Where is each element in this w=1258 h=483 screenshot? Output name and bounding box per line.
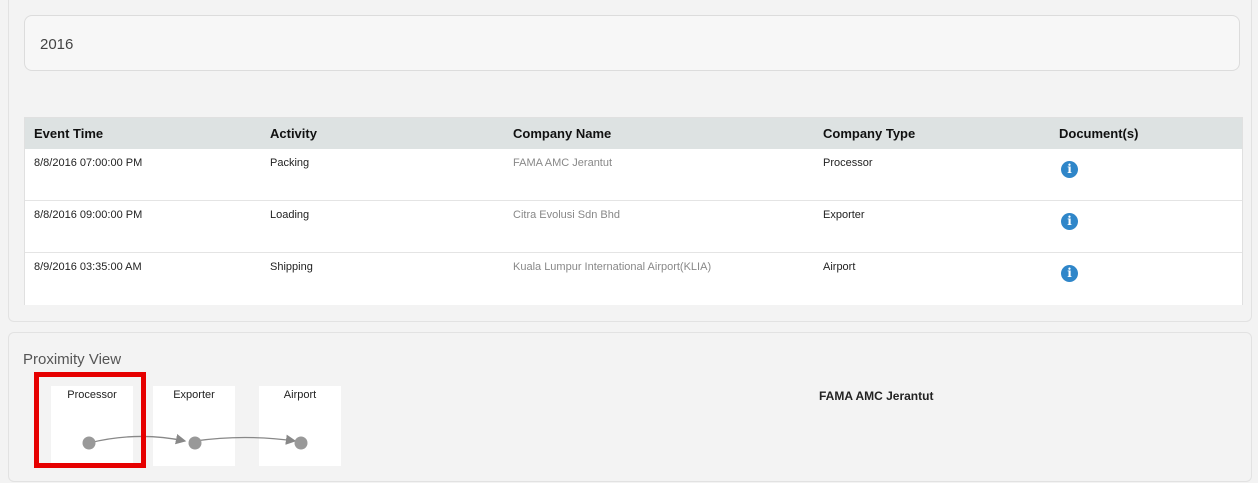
info-icon[interactable]: i	[1061, 161, 1078, 178]
table-row: 8/8/2016 09:00:00 PM Loading Citra Evolu…	[25, 201, 1242, 253]
selected-company-name: FAMA AMC Jerantut	[819, 389, 934, 403]
header-event-time: Event Time	[34, 126, 104, 141]
cell-company-type: Processor	[823, 157, 873, 169]
table-row: 8/8/2016 07:00:00 PM Packing FAMA AMC Je…	[25, 149, 1242, 201]
node-dot	[82, 436, 96, 450]
cell-company-name: Kuala Lumpur International Airport(KLIA)	[513, 261, 712, 273]
header-company-name: Company Name	[513, 126, 612, 141]
info-icon[interactable]: i	[1061, 213, 1078, 230]
cell-activity: Loading	[270, 209, 310, 221]
proximity-panel: Proximity View Processor Exporter Airpor…	[8, 332, 1252, 482]
cell-company-type: Exporter	[823, 209, 865, 221]
table-row: 8/9/2016 03:35:00 AM Shipping Kuala Lump…	[25, 253, 1242, 305]
trace-panel: 2016 Event Time Activity Company Name Co…	[8, 0, 1252, 322]
node-dot	[188, 436, 202, 450]
cell-activity: Shipping	[270, 261, 313, 273]
events-table: Event Time Activity Company Name Company…	[24, 117, 1243, 305]
cell-company-type: Airport	[823, 261, 856, 273]
flow-arrow	[88, 434, 187, 445]
header-company-type: Company Type	[823, 126, 916, 141]
year-label: 2016	[40, 36, 74, 53]
year-box: 2016	[24, 15, 1240, 71]
cell-event-time: 8/8/2016 07:00:00 PM	[34, 157, 143, 169]
flow-connectors	[82, 434, 308, 450]
node-dot	[294, 436, 308, 450]
header-documents: Document(s)	[1059, 126, 1139, 141]
cell-company-name: FAMA AMC Jerantut	[513, 157, 613, 169]
cell-event-time: 8/8/2016 09:00:00 PM	[34, 209, 143, 221]
cell-company-name: Citra Evolusi Sdn Bhd	[513, 209, 620, 221]
header-activity: Activity	[270, 126, 317, 141]
flow-arrow	[194, 434, 297, 445]
cell-activity: Packing	[270, 157, 310, 169]
info-icon[interactable]: i	[1061, 265, 1078, 282]
table-header: Event Time Activity Company Name Company…	[25, 118, 1242, 149]
cell-event-time: 8/9/2016 03:35:00 AM	[34, 261, 142, 273]
